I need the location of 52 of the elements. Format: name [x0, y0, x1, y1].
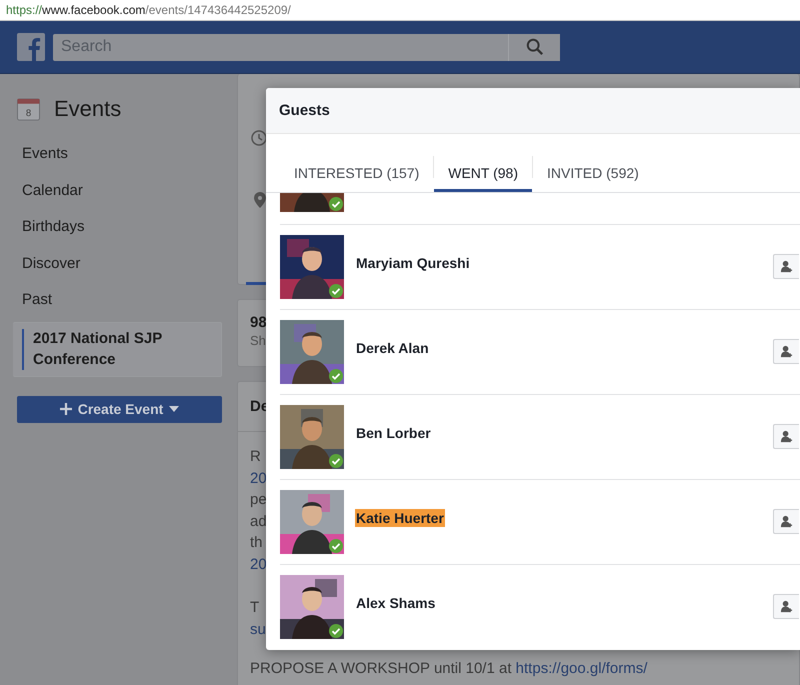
text-line: ad — [250, 512, 267, 532]
tab[interactable]: INTERESTED (157) — [280, 134, 434, 192]
text-link[interactable]: https://goo.gl/forms/ — [516, 660, 648, 677]
guest-name[interactable]: Maryiam Qureshi — [355, 254, 471, 272]
url-path: /events/147436442525209/ — [145, 3, 291, 17]
text-link[interactable]: 20 — [250, 468, 267, 489]
location-pin-icon — [254, 192, 266, 208]
caret-icon — [169, 406, 180, 412]
search-icon — [526, 38, 544, 56]
plus-icon — [60, 403, 72, 415]
guest-name[interactable]: Katie Huerter — [355, 509, 445, 527]
sidebar-item[interactable]: 2017 National SJP Conference — [13, 322, 222, 376]
clock-icon — [251, 130, 267, 146]
text-line: PROPOSE A WORKSHOP until 10/1 at — [250, 660, 512, 677]
text-link[interactable]: su — [250, 618, 266, 640]
guest-name[interactable]: Alex Shams — [355, 594, 436, 612]
add-friend-button[interactable] — [773, 509, 799, 534]
create-event-button[interactable]: Create Event — [17, 396, 222, 422]
sidebar-item[interactable]: Calendar — [13, 172, 222, 209]
add-friend-button[interactable] — [773, 594, 799, 619]
add-person-icon — [780, 515, 793, 528]
guest-name[interactable]: Derek Alan — [355, 339, 430, 357]
add-person-icon — [780, 600, 793, 613]
url-host: www.facebook.com — [42, 3, 146, 17]
guest-name[interactable]: Ben Lorber — [355, 424, 432, 442]
text-line: T — [250, 598, 260, 618]
search-button[interactable] — [508, 34, 560, 60]
text-line: R — [250, 447, 261, 467]
tab[interactable]: INVITED (592) — [533, 134, 653, 192]
add-person-icon — [780, 430, 793, 443]
add-person-icon — [780, 345, 793, 358]
text-link[interactable]: 20 — [250, 554, 267, 575]
sidebar-title: Events — [54, 96, 122, 122]
tab[interactable]: WENT (98) — [434, 134, 532, 192]
address-bar[interactable]: https://www.facebook.com/events/147436442525209/ — [0, 0, 800, 21]
stats-label: Sh — [250, 333, 266, 348]
search-field[interactable]: Search — [53, 34, 508, 60]
sidebar-item[interactable]: Past — [13, 282, 222, 318]
text-line: th — [250, 533, 263, 553]
dialog-title: Guests — [279, 102, 330, 119]
sidebar-item[interactable]: Birthdays — [13, 209, 222, 246]
logo-icon[interactable] — [17, 33, 45, 61]
calendar-icon: 8 — [17, 98, 40, 120]
url-scheme: https:// — [6, 3, 42, 17]
sidebar-item[interactable]: Discover — [13, 246, 222, 282]
add-friend-button[interactable] — [773, 424, 799, 449]
add-person-icon — [780, 260, 793, 273]
guest-count: 98 — [250, 314, 267, 331]
add-friend-button[interactable] — [773, 254, 799, 279]
text-line: pe — [250, 490, 267, 510]
sidebar-item[interactable]: Events — [13, 136, 222, 172]
add-friend-button[interactable] — [773, 339, 799, 364]
